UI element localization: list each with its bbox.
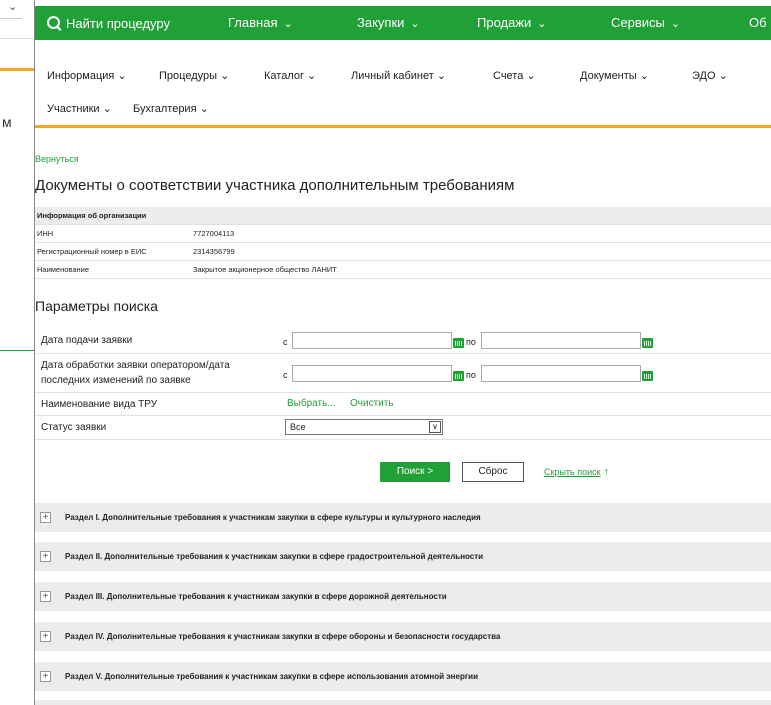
expand-plus-icon[interactable]: + [40, 631, 51, 642]
calendar-icon[interactable] [642, 338, 653, 348]
status-select[interactable]: Все ∨ [285, 419, 443, 435]
table-row: Регистрационный номер в ЕИС 2314356799 [35, 242, 771, 261]
org-name-value: Закрытое акционерное общество ЛАНИТ [191, 260, 771, 279]
nav-main[interactable]: Главная ⌄ [228, 15, 293, 30]
org-reg-number-value: 2314356799 [191, 242, 771, 261]
submission-date-label: Дата подачи заявки [41, 335, 133, 346]
calendar-icon[interactable] [453, 371, 464, 381]
org-info-header: Информация об организации [35, 207, 771, 225]
chevron-down-icon: ⌄ [283, 18, 293, 30]
top-navigation-bar: Найти процедуру Главная ⌄ Закупки ⌄ Продаж… [35, 6, 771, 40]
expand-plus-icon[interactable]: + [40, 551, 51, 562]
menu-documents[interactable]: Документы ⌄ [580, 69, 649, 82]
table-row: ИНН 7727004113 [35, 224, 771, 243]
find-procedure-button[interactable]: Найти процедуру [47, 15, 170, 31]
submission-date-row: Дата подачи заявки с по [35, 327, 771, 354]
menu-procedures[interactable]: Процедуры ⌄ [159, 69, 229, 82]
processing-date-to-input[interactable] [481, 365, 641, 382]
page-title: Документы о соответствии участника допол… [35, 177, 515, 194]
nav-purchases[interactable]: Закупки ⌄ [357, 15, 420, 30]
secondary-menu: Информация ⌄ Процедуры ⌄ Каталог ⌄ Личны… [35, 58, 771, 126]
expand-plus-icon[interactable]: + [40, 671, 51, 682]
hide-search-link[interactable]: Скрыть поиск ↑ [544, 466, 609, 478]
menu-catalog[interactable]: Каталог ⌄ [264, 69, 316, 82]
menu-personal-account[interactable]: Личный кабинет ⌄ [351, 69, 446, 82]
section-row[interactable]: + Раздел IV. Дополнительные требования к… [35, 622, 771, 651]
section-row[interactable]: + Раздел I. Дополнительные требования к … [35, 503, 771, 532]
reset-button[interactable]: Сброс [462, 462, 524, 482]
nav-sales[interactable]: Продажи ⌄ [477, 15, 547, 30]
choose-tru-link[interactable]: Выбрать... [287, 398, 336, 409]
background-green-line [0, 350, 34, 351]
date-from-label: с [283, 370, 288, 380]
org-reg-number-label: Регистрационный номер в ЕИС [35, 242, 191, 261]
date-to-label: по [466, 337, 476, 347]
nav-services[interactable]: Сервисы ⌄ [611, 15, 680, 30]
expand-plus-icon[interactable]: + [40, 591, 51, 602]
section-title: Раздел III. Дополнительные требования к … [65, 592, 447, 601]
status-label: Статус заявки [41, 422, 107, 433]
nav-purchases-label: Закупки [357, 15, 405, 30]
nav-about[interactable]: Об [749, 15, 767, 30]
nav-about-label: Об [749, 15, 767, 30]
section-row[interactable]: + Раздел II. Дополнительные требования к… [35, 542, 771, 571]
status-row: Статус заявки Все ∨ [35, 416, 771, 440]
calendar-icon[interactable] [642, 371, 653, 381]
section-title: Раздел II. Дополнительные требования к у… [65, 552, 484, 561]
background-partial-text: м [2, 114, 12, 130]
calendar-icon[interactable] [453, 338, 464, 348]
processing-date-label: Дата обработки заявки оператором/дата по… [41, 360, 230, 386]
section-row[interactable]: + Раздел III. Дополнительные требования … [35, 582, 771, 611]
chevron-down-icon: ∨ [429, 421, 441, 433]
org-name-label: Наименование [35, 260, 191, 279]
background-orange-bar [0, 68, 34, 71]
background-select[interactable]: ⌄ [0, 0, 22, 19]
menu-orange-divider [35, 125, 771, 128]
organization-info-table: Информация об организации ИНН 7727004113… [35, 207, 771, 279]
search-button[interactable]: Поиск > [380, 462, 450, 482]
chevron-down-icon: ⌄ [670, 18, 681, 30]
search-params-form: Дата подачи заявки с по Дата обработки з… [35, 327, 771, 440]
nav-services-label: Сервисы [611, 15, 665, 30]
back-link[interactable]: Вернуться [35, 154, 79, 164]
submission-date-from-input[interactable] [292, 332, 452, 349]
expand-plus-icon[interactable]: + [40, 512, 51, 523]
menu-invoices[interactable]: Счета ⌄ [493, 69, 536, 82]
section-title: Раздел IV. Дополнительные требования к у… [65, 632, 501, 641]
section-row[interactable]: + Раздел V. Дополнительные требования к … [35, 662, 771, 691]
search-params-title: Параметры поиска [35, 298, 158, 314]
nav-main-label: Главная [228, 15, 278, 30]
date-to-label: по [466, 370, 476, 380]
menu-information[interactable]: Информация ⌄ [47, 69, 127, 82]
org-inn-value: 7727004113 [191, 224, 771, 243]
date-from-label: с [283, 337, 288, 347]
clear-tru-link[interactable]: Очистить [350, 398, 394, 409]
processing-date-row: Дата обработки заявки оператором/дата по… [35, 354, 771, 393]
chevron-down-icon: ⌄ [410, 18, 420, 30]
menu-accounting[interactable]: Бухгалтерия ⌄ [133, 102, 209, 115]
arrow-up-icon: ↑ [603, 466, 610, 478]
org-inn-label: ИНН [35, 224, 191, 243]
section-row-partial [35, 700, 771, 705]
tru-label: Наименование вида ТРУ [41, 399, 158, 410]
section-title: Раздел V. Дополнительные требования к уч… [65, 672, 478, 681]
search-icon [47, 16, 60, 29]
processing-date-from-input[interactable] [292, 365, 452, 382]
tru-row: Наименование вида ТРУ Выбрать... Очистит… [35, 393, 771, 416]
table-header-row: Информация об организации [35, 207, 771, 225]
section-title: Раздел I. Дополнительные требования к уч… [65, 513, 481, 522]
chevron-down-icon: ⌄ [8, 1, 18, 13]
background-divider [0, 38, 34, 39]
status-select-value: Все [290, 422, 306, 432]
chevron-down-icon: ⌄ [537, 18, 547, 30]
table-row: Наименование Закрытое акционерное общест… [35, 260, 771, 279]
find-procedure-label: Найти процедуру [66, 16, 170, 31]
menu-participants[interactable]: Участники ⌄ [47, 102, 112, 115]
menu-edo[interactable]: ЭДО ⌄ [692, 69, 728, 82]
nav-sales-label: Продажи [477, 15, 532, 30]
hide-search-label: Скрыть поиск [544, 467, 601, 477]
procedure-window: Найти процедуру Главная ⌄ Закупки ⌄ Продаж… [34, 0, 771, 705]
submission-date-to-input[interactable] [481, 332, 641, 349]
